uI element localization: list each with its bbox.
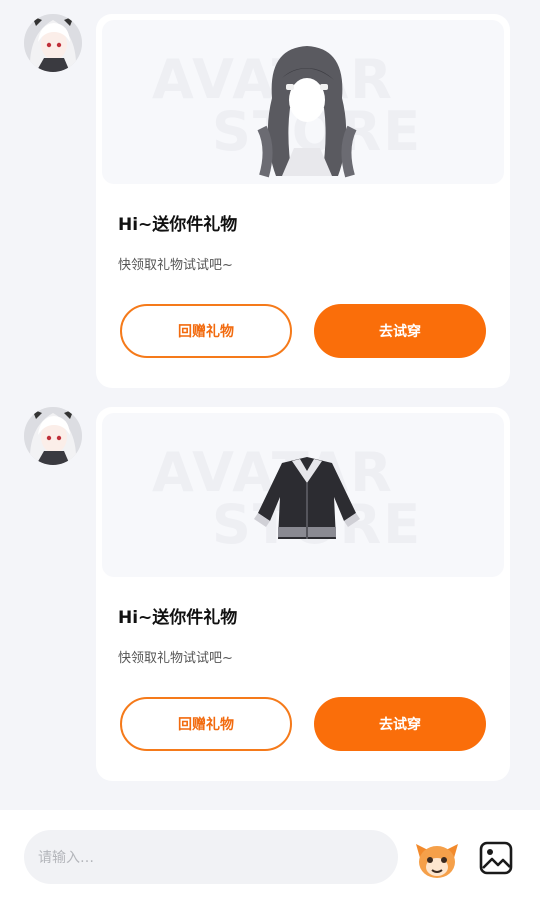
emoji-mascot-icon[interactable] — [414, 836, 460, 882]
try-on-button[interactable]: 去试穿 — [314, 304, 486, 358]
avatar-image — [24, 14, 82, 72]
gift-subtitle: 快领取礼物试试吧~ — [118, 258, 233, 273]
avatar-image — [24, 407, 82, 465]
gift-card: AVATAR STORE Hi~送你件礼物 快领取礼物试试吧~ 回赠礼物 去试穿 — [96, 407, 510, 781]
gift-title: Hi~送你件礼物 — [118, 608, 238, 628]
chat-input-bar: 请输入… — [0, 810, 540, 901]
gift-preview[interactable]: AVATAR STORE — [102, 413, 504, 577]
message-input[interactable]: 请输入… — [24, 830, 398, 884]
hair-item-image — [257, 46, 357, 178]
gift-subtitle: 快领取礼物试试吧~ — [118, 651, 233, 666]
gift-card: AVATAR STORE Hi~送你件礼物 快领取礼物试试吧~ 回赠礼物 去试穿 — [96, 14, 510, 388]
try-on-button[interactable]: 去试穿 — [314, 697, 486, 751]
gift-title: Hi~送你件礼物 — [118, 215, 238, 235]
sender-avatar[interactable] — [24, 14, 82, 72]
return-gift-button[interactable]: 回赠礼物 — [120, 304, 292, 358]
gift-preview[interactable]: AVATAR STORE — [102, 20, 504, 184]
return-gift-button[interactable]: 回赠礼物 — [120, 697, 292, 751]
image-icon[interactable] — [478, 840, 514, 876]
sender-avatar[interactable] — [24, 407, 82, 465]
jacket-item-image — [254, 457, 360, 539]
